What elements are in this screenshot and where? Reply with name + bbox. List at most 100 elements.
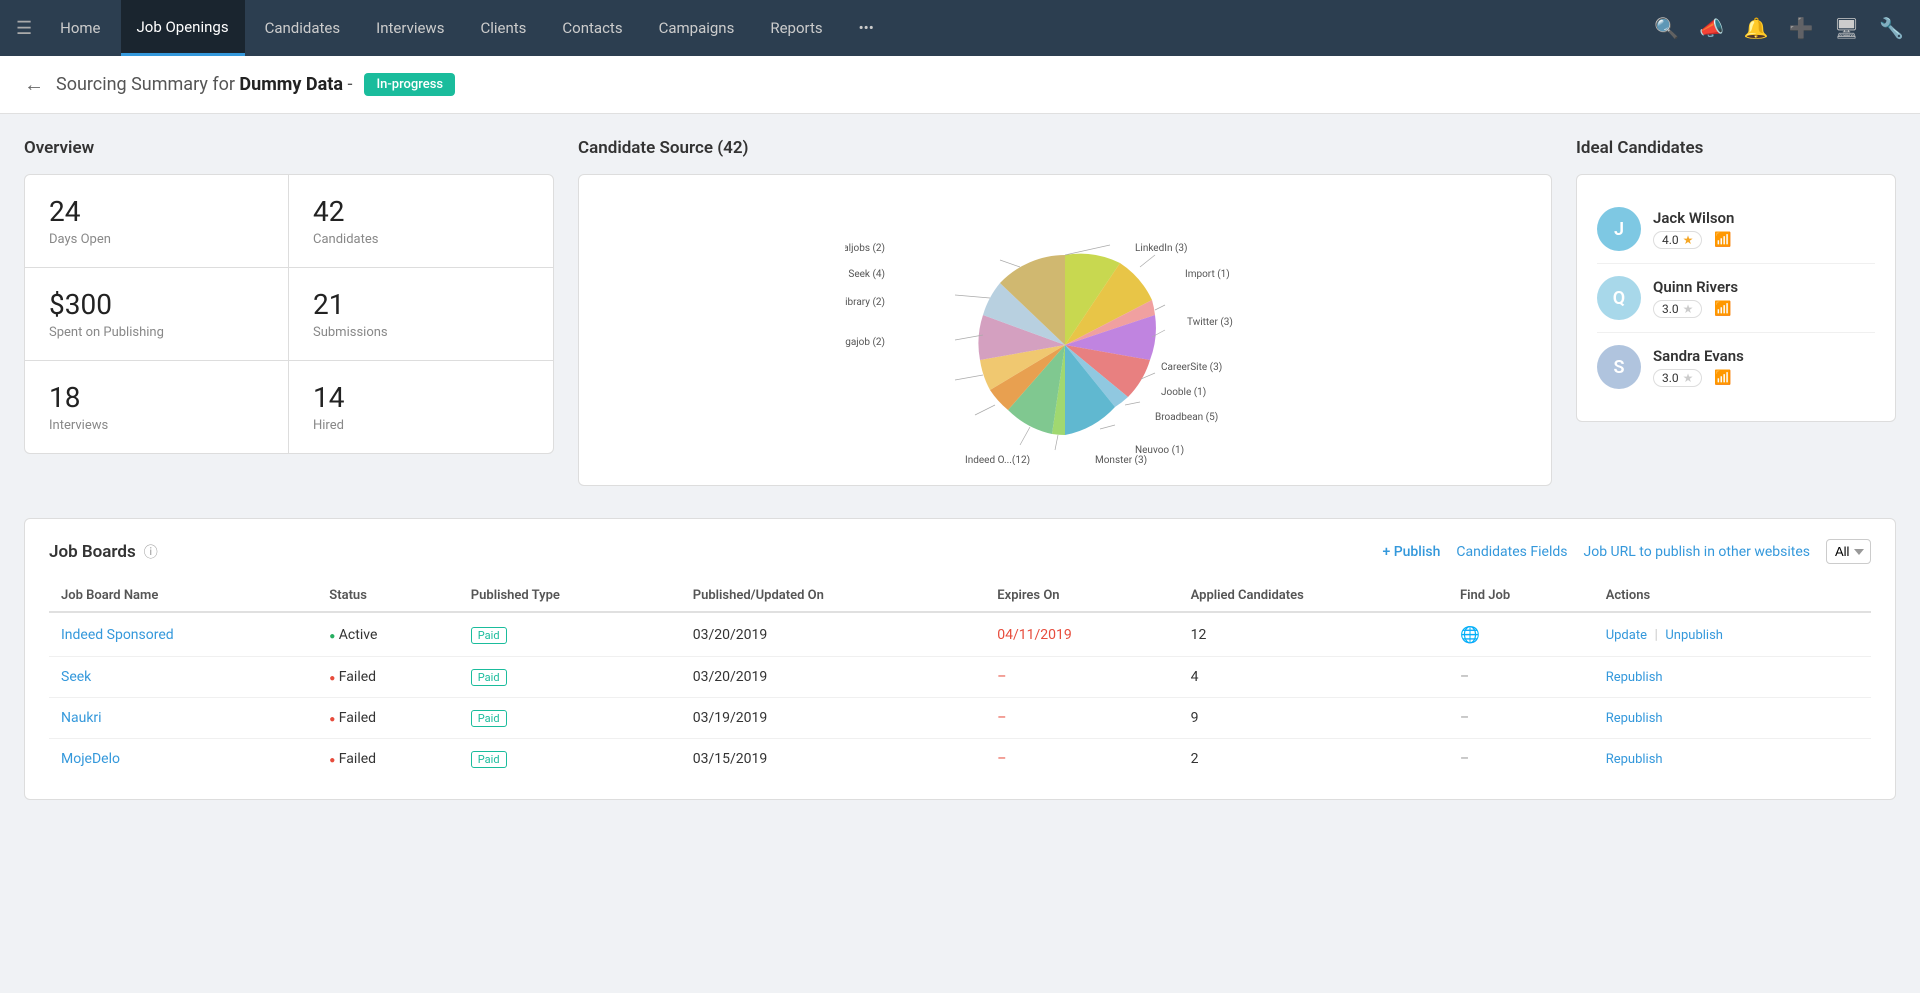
jb-pub-naukri: 03/19/2019 xyxy=(681,698,986,739)
overview-title: Overview xyxy=(24,138,554,158)
candidate-rating-jack: 4.0 ★ 📶 xyxy=(1653,231,1875,249)
job-boards-table: Job Board Name Status Published Type Pub… xyxy=(49,580,1871,779)
candidate-name-quinn[interactable]: Quinn Rivers xyxy=(1653,278,1875,296)
jb-name-mojedelo: MojeDelo xyxy=(49,739,317,780)
screen-icon[interactable]: 🖥 xyxy=(1834,16,1859,40)
nav-interviews[interactable]: Interviews xyxy=(360,0,460,56)
candidates-fields-link[interactable]: Candidates Fields xyxy=(1456,544,1567,560)
expires-date-red: 04/11/2019 xyxy=(997,627,1072,643)
jb-name-seek: Seek xyxy=(49,657,317,698)
stat-interviews: 18 Interviews xyxy=(25,361,289,453)
nav-candidates[interactable]: Candidates xyxy=(249,0,357,56)
rating-badge-jack: 4.0 ★ xyxy=(1653,231,1702,249)
table-row: MojeDelo ● Failed Paid 03/15/2019 – 2 – … xyxy=(49,739,1871,780)
jb-applied-indeed: 12 xyxy=(1179,612,1448,657)
bell-icon[interactable]: 🔔 xyxy=(1744,16,1769,40)
megaphone-icon[interactable]: 📣 xyxy=(1699,16,1724,40)
col-name: Job Board Name xyxy=(49,580,317,612)
update-button[interactable]: Update xyxy=(1606,628,1647,643)
jb-type-seek: Paid xyxy=(459,657,681,698)
tools-icon[interactable]: 🔧 xyxy=(1879,16,1904,40)
label-broadbean: Broadbean (5) xyxy=(1155,411,1218,423)
hamburger-icon[interactable]: ☰ xyxy=(16,18,32,39)
globe-icon[interactable]: 🌐 xyxy=(1460,625,1480,644)
page-title: Sourcing Summary for Dummy Data - xyxy=(56,74,352,95)
status-dot-red: ● xyxy=(329,673,335,684)
candidate-rating-sandra: 3.0 ★ 📶 xyxy=(1653,369,1875,387)
nav-reports[interactable]: Reports xyxy=(754,0,838,56)
jb-expires-naukri: – xyxy=(985,698,1178,739)
candidate-card-quinn: Q Quinn Rivers 3.0 ★ 📶 xyxy=(1597,264,1875,333)
candidate-info-quinn: Quinn Rivers 3.0 ★ 📶 xyxy=(1653,278,1875,318)
jb-pub-mojedelo: 03/15/2019 xyxy=(681,739,986,780)
jb-name-indeed: Indeed Sponsored xyxy=(49,612,317,657)
nav-campaigns[interactable]: Campaigns xyxy=(643,0,751,56)
status-badge: In-progress xyxy=(364,73,455,96)
status-dot-green: ● xyxy=(329,631,335,642)
ideal-candidates-section: Ideal Candidates J Jack Wilson 4.0 ★ 📶 xyxy=(1576,138,1896,486)
jb-status-seek: ● Failed xyxy=(317,657,459,698)
avatar-sandra: S xyxy=(1597,345,1641,389)
col-status: Status xyxy=(317,580,459,612)
back-button[interactable]: ← xyxy=(24,72,44,97)
jb-expires-seek: – xyxy=(985,657,1178,698)
nav-job-openings[interactable]: Job Openings xyxy=(121,0,245,56)
avatar-quinn: Q xyxy=(1597,276,1641,320)
job-boards-title: Job Boards xyxy=(49,542,136,562)
search-icon[interactable]: 🔍 xyxy=(1654,16,1679,40)
republish-button-naukri[interactable]: Republish xyxy=(1606,711,1663,726)
label-twitter: Twitter (3) xyxy=(1187,316,1233,328)
expires-dash-red: – xyxy=(997,710,1006,726)
expires-dash-red: – xyxy=(997,669,1006,685)
nav-clients[interactable]: Clients xyxy=(464,0,542,56)
col-expires: Expires On xyxy=(985,580,1178,612)
stat-hired: 14 Hired xyxy=(289,361,553,453)
jb-link-seek[interactable]: Seek xyxy=(61,669,91,685)
pie-chart-container: LinkedIn (3) Import (1) Twitter (3) Care… xyxy=(599,195,1531,465)
rating-badge-quinn: 3.0 ★ xyxy=(1653,300,1702,318)
rating-value-quinn: 3.0 xyxy=(1662,302,1679,316)
job-url-link[interactable]: Job URL to publish in other websites xyxy=(1583,544,1810,560)
table-row: Seek ● Failed Paid 03/20/2019 – 4 – Repu… xyxy=(49,657,1871,698)
label-jooble: Jooble (1) xyxy=(1161,386,1206,398)
nav-more[interactable]: ••• xyxy=(843,0,890,56)
job-boards-section: Job Boards ⓘ + Publish Candidates Fields… xyxy=(24,518,1896,800)
candidate-name-sandra[interactable]: Sandra Evans xyxy=(1653,347,1875,365)
nav-home[interactable]: Home xyxy=(44,0,116,56)
info-icon[interactable]: ⓘ xyxy=(144,542,158,562)
star-icon-jack: ★ xyxy=(1683,233,1694,247)
jb-applied-seek: 4 xyxy=(1179,657,1448,698)
jb-type-naukri: Paid xyxy=(459,698,681,739)
star-icon-sandra: ★ xyxy=(1683,371,1694,385)
job-boards-header: Job Boards ⓘ + Publish Candidates Fields… xyxy=(49,539,1871,564)
all-select[interactable]: All xyxy=(1826,539,1871,564)
jb-link-mojedelo[interactable]: MojeDelo xyxy=(61,751,120,767)
unpublish-button[interactable]: Unpublish xyxy=(1665,628,1723,643)
stat-submissions: 21 Submissions xyxy=(289,268,553,361)
jb-link-naukri[interactable]: Naukri xyxy=(61,710,102,726)
nav-contacts[interactable]: Contacts xyxy=(546,0,638,56)
main-content: Overview 24 Days Open 42 Candidates $300… xyxy=(0,114,1920,824)
stat-candidates: 42 Candidates xyxy=(289,175,553,268)
jb-link-indeed[interactable]: Indeed Sponsored xyxy=(61,627,174,643)
jb-find-seek: – xyxy=(1448,657,1594,698)
jb-pub-seek: 03/20/2019 xyxy=(681,657,986,698)
paid-badge: Paid xyxy=(471,669,507,686)
candidate-name-jack[interactable]: Jack Wilson xyxy=(1653,209,1875,227)
candidate-card-sandra: S Sandra Evans 3.0 ★ 📶 xyxy=(1597,333,1875,401)
pie-chart: LinkedIn (3) Import (1) Twitter (3) Care… xyxy=(845,195,1285,465)
bar-chart-icon-jack: 📶 xyxy=(1714,232,1731,248)
table-row: Indeed Sponsored ● Active Paid 03/20/201… xyxy=(49,612,1871,657)
status-dot-red: ● xyxy=(329,714,335,725)
label-seek-lbl: Seek (4) xyxy=(848,268,885,280)
republish-button-mojedelo[interactable]: Republish xyxy=(1606,752,1663,767)
jb-pub-indeed: 03/20/2019 xyxy=(681,612,986,657)
plus-icon[interactable]: ➕ xyxy=(1789,16,1814,40)
ideal-candidates-title: Ideal Candidates xyxy=(1576,138,1896,158)
publish-button[interactable]: + Publish xyxy=(1382,544,1440,560)
republish-button-seek[interactable]: Republish xyxy=(1606,670,1663,685)
find-dash: – xyxy=(1460,669,1469,685)
jb-actions-naukri: Republish xyxy=(1594,698,1871,739)
col-applied: Applied Candidates xyxy=(1179,580,1448,612)
candidate-source-title: Candidate Source (42) xyxy=(578,138,1552,158)
